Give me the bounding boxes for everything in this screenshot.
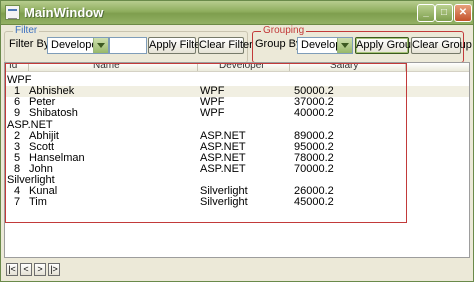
filter-text-input[interactable] xyxy=(109,37,147,54)
grouping-group-title: Grouping xyxy=(261,25,307,36)
filter-by-combobox[interactable]: Developer xyxy=(47,37,109,54)
previous-page-button[interactable]: < xyxy=(20,263,32,276)
filter-group-title: Filter xyxy=(13,25,40,36)
apply-group-button[interactable]: Apply Group xyxy=(355,37,417,54)
filter-groupbox: Filter Filter By : Developer Apply Filte… xyxy=(4,25,253,63)
first-page-button[interactable]: |< xyxy=(6,263,18,276)
clear-filter-button[interactable]: Clear Filter xyxy=(198,37,253,54)
employee-grid[interactable]: Id Name Developer Salary WPF 1 Abhishek … xyxy=(4,62,470,258)
app-window-icon xyxy=(5,5,20,20)
title-bar[interactable]: MainWindow _ □ ✕ xyxy=(1,1,473,25)
apply-filter-button[interactable]: Apply Filter xyxy=(148,37,204,54)
main-window: MainWindow _ □ ✕ Filter Filter By : Deve… xyxy=(0,0,474,282)
maximize-button[interactable]: □ xyxy=(435,4,453,22)
chevron-down-icon[interactable] xyxy=(93,38,108,53)
chevron-down-icon[interactable] xyxy=(337,38,352,53)
next-page-button[interactable]: > xyxy=(34,263,46,276)
window-title: MainWindow xyxy=(24,5,104,20)
clear-group-button[interactable]: Clear Group xyxy=(411,37,472,54)
minimize-button[interactable]: _ xyxy=(417,4,435,22)
group-by-combobox[interactable]: Developer xyxy=(297,37,353,54)
grouping-groupbox: Grouping Group By : Developer Apply Grou… xyxy=(252,25,472,63)
last-page-button[interactable]: |> xyxy=(48,263,60,276)
grid-highlight-frame xyxy=(5,63,407,223)
close-button[interactable]: ✕ xyxy=(454,4,472,22)
